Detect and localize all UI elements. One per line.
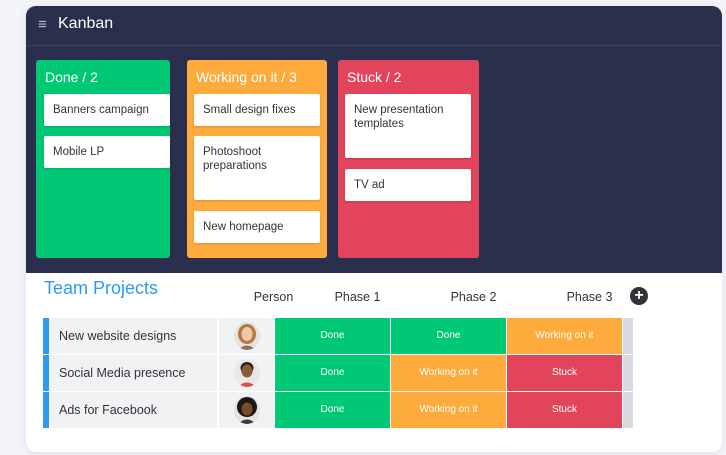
kanban-card[interactable]: Small design fixes	[194, 94, 320, 126]
avatar	[234, 396, 260, 424]
status-cell[interactable]: Working on it	[507, 318, 622, 354]
person-cell[interactable]	[219, 318, 274, 354]
kanban-board: ≡ Kanban Done / 2 Banners campaign Mobil…	[26, 6, 722, 273]
page-title: Kanban	[58, 15, 114, 32]
row-end	[623, 318, 633, 354]
table-row[interactable]: Ads for Facebook Done Working on it Stuc…	[43, 392, 653, 428]
status-cell[interactable]: Stuck	[507, 392, 622, 428]
column-header-phase2: Phase 2	[450, 290, 497, 304]
kanban-card[interactable]: Mobile LP	[44, 136, 170, 168]
status-cell[interactable]: Working on it	[391, 392, 506, 428]
title-bar: ≡ Kanban	[26, 6, 722, 46]
column-header-phase1: Phase 1	[334, 290, 381, 304]
hamburger-icon[interactable]: ≡	[38, 16, 47, 34]
kanban-card[interactable]: Photoshoot preparations	[194, 136, 320, 200]
person-cell[interactable]	[219, 355, 274, 391]
row-end	[623, 355, 633, 391]
column-header: Done / 2	[45, 69, 98, 85]
table-row[interactable]: Social Media presence Done Working on it…	[43, 355, 653, 391]
table-title: Team Projects	[44, 278, 159, 298]
row-name: Social Media presence	[49, 355, 217, 391]
status-cell[interactable]: Done	[275, 318, 390, 354]
row-name: Ads for Facebook	[49, 392, 217, 428]
table-row[interactable]: New website designs Done Done Working on…	[43, 318, 653, 354]
row-end	[623, 392, 633, 428]
plus-circle-icon[interactable]: +	[630, 287, 648, 305]
column-header: Stuck / 2	[347, 69, 402, 85]
column-working-on-it: Working on it / 3 Small design fixes Pho…	[187, 60, 327, 258]
status-cell[interactable]: Working on it	[391, 355, 506, 391]
avatar	[234, 359, 260, 387]
column-header: Working on it / 3	[196, 69, 297, 85]
status-cell[interactable]: Done	[275, 392, 390, 428]
kanban-card[interactable]: TV ad	[345, 169, 471, 201]
row-name: New website designs	[49, 318, 217, 354]
kanban-card[interactable]: Banners campaign	[44, 94, 170, 126]
person-cell[interactable]	[219, 392, 274, 428]
kanban-card[interactable]: New presentation templates	[345, 94, 471, 158]
column-done: Done / 2 Banners campaign Mobile LP	[36, 60, 170, 258]
column-stuck: Stuck / 2 New presentation templates TV …	[338, 60, 479, 258]
avatar	[234, 322, 260, 350]
status-cell[interactable]: Done	[275, 355, 390, 391]
status-cell[interactable]: Done	[391, 318, 506, 354]
column-header-person: Person	[253, 290, 294, 304]
status-cell[interactable]: Stuck	[507, 355, 622, 391]
kanban-card[interactable]: New homepage	[194, 211, 320, 243]
